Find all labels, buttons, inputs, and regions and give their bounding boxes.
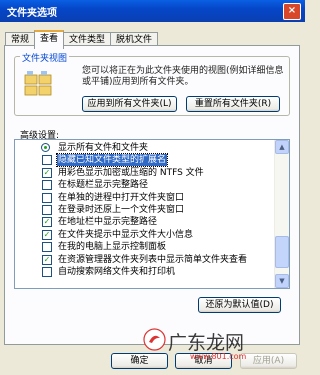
- scroll-down-button[interactable]: ▼: [275, 274, 289, 288]
- watermark-logo-icon: [143, 328, 166, 351]
- reset-all-folders-button[interactable]: 重置所有文件夹(R): [186, 96, 280, 112]
- list-scrollbar[interactable]: ▲ ▼: [274, 140, 289, 288]
- checkbox[interactable]: [42, 155, 52, 166]
- apply-button[interactable]: 应用(A): [240, 353, 297, 369]
- ok-button[interactable]: 确定: [111, 353, 168, 369]
- advanced-setting-row[interactable]: 显示所有文件和文件夹: [15, 142, 276, 154]
- advanced-setting-label: 在登录时还原上一个文件夹窗口: [58, 205, 185, 215]
- advanced-setting-row[interactable]: ✓ 在资源管理器文件夹列表中显示简单文件夹查看: [15, 254, 276, 266]
- radio-button[interactable]: [41, 143, 50, 152]
- advanced-setting-label: 在我的电脑上显示控制面板: [58, 242, 167, 253]
- title-bar: 文件夹选项 ×: [0, 0, 305, 22]
- advanced-setting-row[interactable]: 在我的电脑上显示控制面板: [15, 241, 276, 253]
- checkbox[interactable]: [42, 242, 52, 253]
- advanced-setting-label: 显示所有文件和文件夹: [58, 143, 149, 153]
- folder-views-description: 您可以将正在为此文件夹使用的视图(例如详细信息或平铺)应用到所有文件夹。: [82, 66, 284, 87]
- advanced-setting-row[interactable]: 在登录时还原上一个文件夹窗口: [15, 204, 276, 216]
- advanced-setting-label: 用彩色显示加密或压缩的 NTFS 文件: [58, 167, 204, 178]
- advanced-setting-label: 隐藏已知文件类型的扩展名: [55, 153, 169, 168]
- scroll-up-button[interactable]: ▲: [275, 140, 289, 154]
- tab-strip: 常规 查看 文件类型 脱机文件: [5, 30, 159, 49]
- advanced-setting-label: 在地址栏中显示完整路径: [58, 217, 158, 228]
- advanced-setting-row[interactable]: ✓ 用彩色显示加密或压缩的 NTFS 文件: [15, 167, 276, 179]
- restore-defaults-button[interactable]: 还原为默认值(D): [198, 297, 281, 313]
- advanced-setting-label: 自动搜索网络文件夹和打印机: [58, 267, 176, 277]
- advanced-setting-row[interactable]: 自动搜索网络文件夹和打印机: [15, 266, 276, 278]
- close-button[interactable]: ×: [283, 3, 301, 20]
- folder-views-title: 文件夹视图: [20, 51, 70, 64]
- advanced-setting-label: 在资源管理器文件夹列表中显示简单文件夹查看: [58, 254, 248, 265]
- advanced-setting-label: 在文件夹提示中显示文件大小信息: [58, 229, 194, 240]
- advanced-setting-row[interactable]: 在单独的进程中打开文件夹窗口: [15, 192, 276, 204]
- scroll-thumb[interactable]: [275, 236, 289, 268]
- checkbox[interactable]: [42, 192, 52, 203]
- advanced-setting-label: 在标题栏显示完整路径: [58, 180, 149, 191]
- folder-views-icon: [24, 71, 52, 96]
- advanced-setting-row[interactable]: 隐藏已知文件类型的扩展名: [15, 153, 276, 168]
- advanced-setting-label: 在单独的进程中打开文件夹窗口: [58, 192, 185, 203]
- window-title: 文件夹选项: [7, 7, 57, 19]
- advanced-setting-row[interactable]: ✓ 在地址栏中显示完整路径: [15, 216, 276, 228]
- checkbox[interactable]: ✓: [42, 217, 52, 228]
- advanced-setting-row[interactable]: ✓ 在文件夹提示中显示文件大小信息: [15, 229, 276, 241]
- checkbox[interactable]: ✓: [42, 254, 52, 265]
- checkbox[interactable]: [42, 180, 52, 191]
- checkbox[interactable]: [42, 205, 52, 215]
- advanced-settings-list[interactable]: 显示所有文件和文件夹 隐藏已知文件类型的扩展名 ✓ 用彩色显示加密或压缩的 NTFS …: [14, 139, 290, 289]
- apply-to-all-folders-button[interactable]: 应用到所有文件夹(L): [82, 96, 177, 112]
- checkbox[interactable]: [42, 267, 52, 277]
- checkbox[interactable]: ✓: [42, 229, 52, 240]
- advanced-setting-row[interactable]: 在标题栏显示完整路径: [15, 179, 276, 191]
- watermark-text: 广东龙网: [168, 332, 245, 354]
- checkbox[interactable]: ✓: [42, 167, 52, 178]
- watermark-url: www.801.com: [190, 352, 247, 361]
- tab-view[interactable]: 查看: [34, 30, 65, 49]
- radio-dot-icon: [44, 146, 47, 149]
